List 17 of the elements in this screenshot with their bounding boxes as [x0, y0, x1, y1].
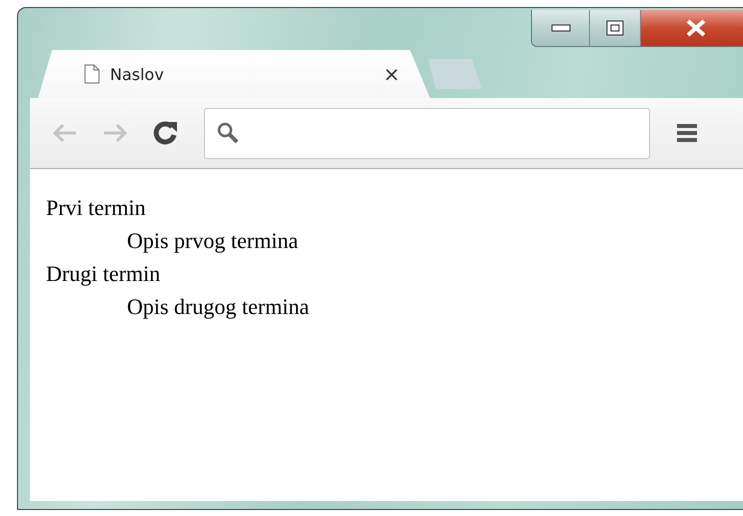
definition-term: Prvi termin [46, 194, 147, 222]
minimize-icon [550, 24, 570, 32]
maximize-button[interactable] [589, 10, 640, 46]
reload-icon [151, 119, 179, 147]
definition-term: Drugi termin [46, 260, 162, 288]
menu-icon [676, 122, 698, 144]
page-icon [84, 64, 100, 84]
definition-description: Opis prvog termina [127, 227, 300, 255]
close-icon [684, 19, 706, 37]
maximize-icon [606, 20, 624, 36]
minimize-button[interactable] [532, 10, 589, 46]
tab-close-button[interactable]: × [383, 62, 400, 86]
close-window-button[interactable] [640, 10, 743, 46]
browser-tab[interactable]: Naslov × [38, 50, 430, 98]
search-icon [217, 122, 239, 144]
definition-description: Opis drugog termina [127, 293, 310, 321]
tab-title: Naslov [110, 64, 165, 84]
